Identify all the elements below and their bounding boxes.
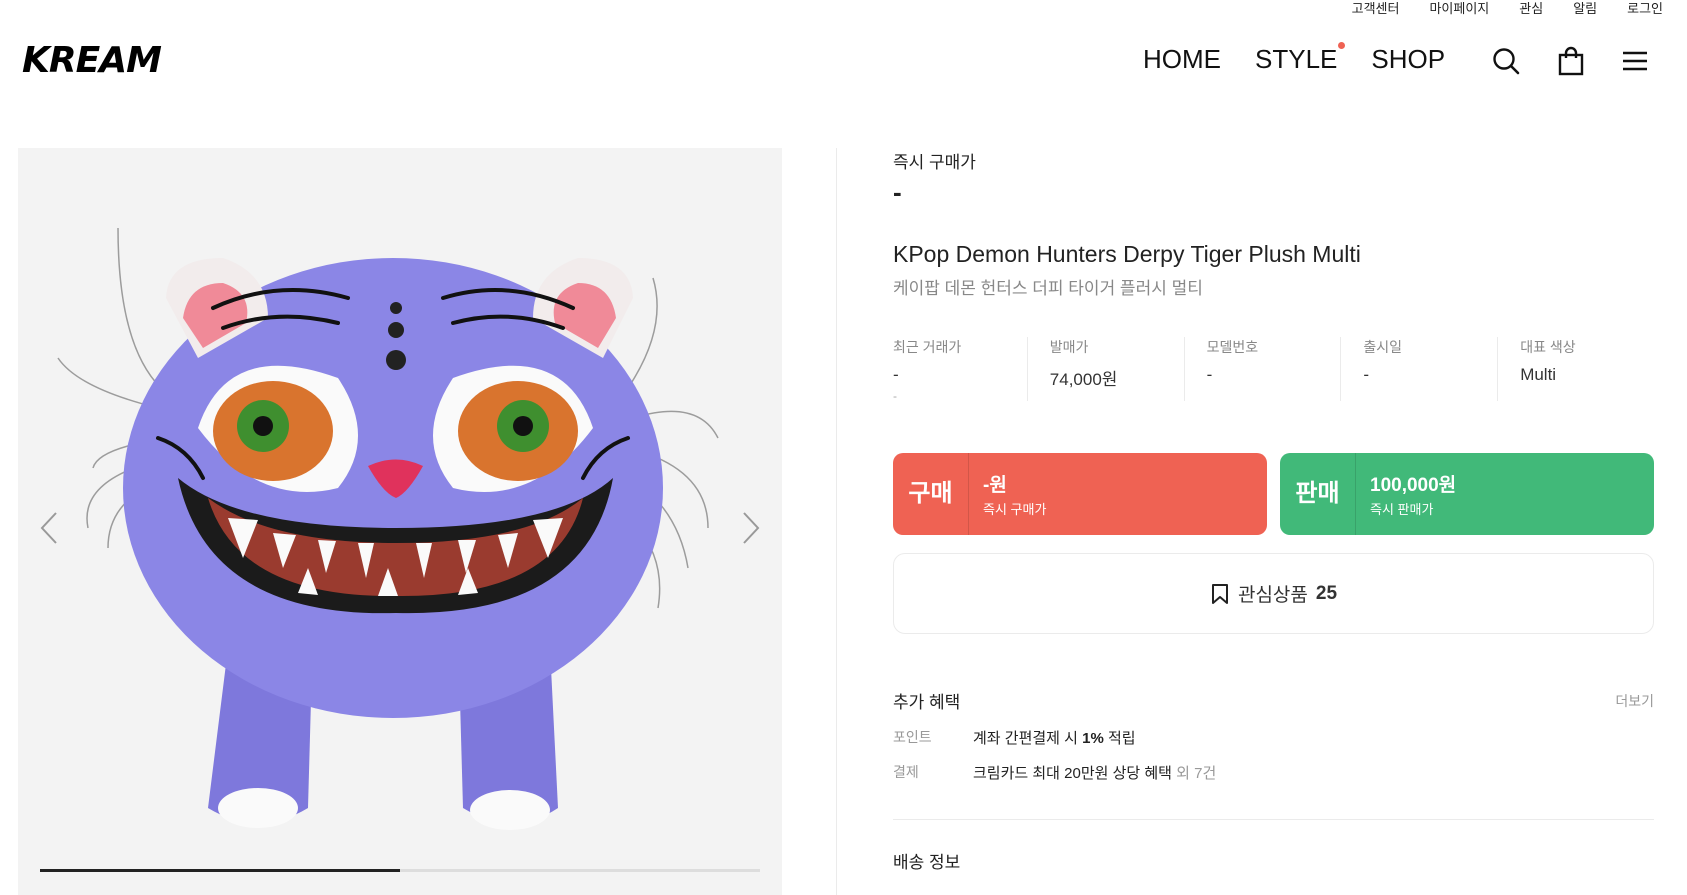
sell-button-title: 판매	[1280, 453, 1356, 535]
benefits-title: 추가 혜택	[893, 693, 961, 712]
product-detail: 즉시 구매가 - KPop Demon Hunters Derpy Tiger …	[893, 148, 1654, 873]
buy-button-title: 구매	[893, 453, 969, 535]
gallery-progress-fill	[40, 869, 400, 872]
info-key: 발매가	[1049, 339, 1089, 355]
wishlist-count: 25	[1315, 582, 1338, 604]
nav-style[interactable]: STYLE	[1255, 42, 1346, 75]
main-nav: HOME STYLE SHOP	[1143, 42, 1445, 75]
product-image	[57, 227, 719, 830]
buy-button[interactable]: 구매 -원 즉시 구매가	[893, 453, 1267, 535]
section-divider	[893, 819, 1654, 820]
info-recent-price: 최근 거래가 - -	[893, 337, 1027, 403]
instant-buy-label: 즉시 구매가	[893, 153, 976, 172]
info-value: Multi	[1520, 365, 1557, 384]
link-my-page[interactable]: 마이페이지	[1429, 0, 1489, 18]
instant-buy-price: -	[893, 177, 902, 207]
shipping-info-title: 배송 정보	[893, 853, 961, 872]
shopping-bag-icon[interactable]	[1556, 46, 1586, 76]
gallery-progress	[40, 869, 760, 872]
info-key: 최근 거래가	[893, 339, 962, 355]
link-login[interactable]: 로그인	[1627, 0, 1663, 18]
link-customer-center[interactable]: 고객센터	[1352, 0, 1400, 18]
benefit-key: 포인트	[893, 729, 932, 745]
benefit-rate: 1%	[1082, 730, 1104, 747]
benefits-more-link[interactable]: 더보기	[1615, 691, 1654, 711]
new-badge-dot	[1338, 42, 1346, 49]
benefit-text-post: 적립	[1103, 730, 1136, 747]
info-release-price: 발매가 74,000원	[1026, 337, 1184, 401]
benefit-row-point: 포인트 계좌 간편결제 시 1% 적립	[893, 727, 1654, 748]
info-release-date: 출시일 -	[1340, 337, 1497, 401]
nav-shop[interactable]: SHOP	[1371, 44, 1445, 75]
chevron-right-icon[interactable]	[738, 508, 764, 548]
info-sub: -	[893, 389, 897, 403]
link-notifications[interactable]: 알림	[1573, 0, 1597, 18]
trade-buttons: 구매 -원 즉시 구매가 판매 100,000원 즉시 판매가	[893, 453, 1654, 535]
buy-button-price: -원	[983, 475, 1007, 496]
search-icon[interactable]	[1491, 46, 1521, 76]
product-info-table: 최근 거래가 - - 발매가 74,000원 모델번호 - 출시일 - 대표 색…	[893, 337, 1654, 403]
wishlist-label: 관심상품	[1237, 585, 1308, 606]
benefit-key: 결제	[893, 764, 919, 780]
benefit-text: 계좌 간편결제 시	[973, 730, 1083, 747]
column-divider	[836, 148, 837, 895]
nav-style-label: STYLE	[1255, 44, 1338, 74]
info-value: -	[893, 365, 899, 384]
benefit-text: 크림카드 최대 20만원 상당 혜택	[973, 765, 1172, 782]
info-value: 74,000원	[1049, 370, 1118, 389]
product-gallery[interactable]	[18, 148, 782, 895]
info-key: 모델번호	[1206, 339, 1259, 355]
wishlist-button[interactable]: 관심상품 25	[893, 553, 1654, 634]
sell-button-price: 100,000원	[1370, 475, 1457, 496]
info-value: -	[1363, 365, 1370, 384]
hamburger-menu-icon[interactable]	[1620, 46, 1650, 76]
product-title-en: KPop Demon Hunters Derpy Tiger Plush Mul…	[893, 241, 1361, 267]
info-key: 출시일	[1363, 339, 1403, 355]
info-key: 대표 색상	[1520, 339, 1576, 355]
sell-button[interactable]: 판매 100,000원 즉시 판매가	[1280, 453, 1654, 535]
kream-logo[interactable]: KREAM	[22, 40, 162, 81]
nav-home[interactable]: HOME	[1143, 44, 1221, 75]
benefit-extra-count: 외 7건	[1171, 765, 1217, 782]
bookmark-icon	[1211, 583, 1228, 604]
info-model-number: 모델번호 -	[1183, 337, 1341, 401]
buy-button-sub: 즉시 구매가	[983, 502, 1047, 517]
product-title-ko: 케이팝 데몬 헌터스 더피 타이거 플러시 멀티	[893, 279, 1203, 298]
sell-button-sub: 즉시 판매가	[1370, 502, 1434, 517]
link-wishlist[interactable]: 관심	[1519, 0, 1543, 18]
utility-bar: 고객센터 마이페이지 관심 알림 로그인	[1352, 0, 1663, 18]
benefit-row-payment: 결제 크림카드 최대 20만원 상당 혜택 외 7건	[893, 762, 1654, 783]
chevron-left-icon[interactable]	[36, 508, 62, 548]
info-color: 대표 색상 Multi	[1497, 337, 1654, 401]
info-value: -	[1206, 365, 1213, 384]
additional-benefits: 추가 혜택 더보기 포인트 계좌 간편결제 시 1% 적립 결제 크림카드 최대…	[893, 688, 1654, 873]
